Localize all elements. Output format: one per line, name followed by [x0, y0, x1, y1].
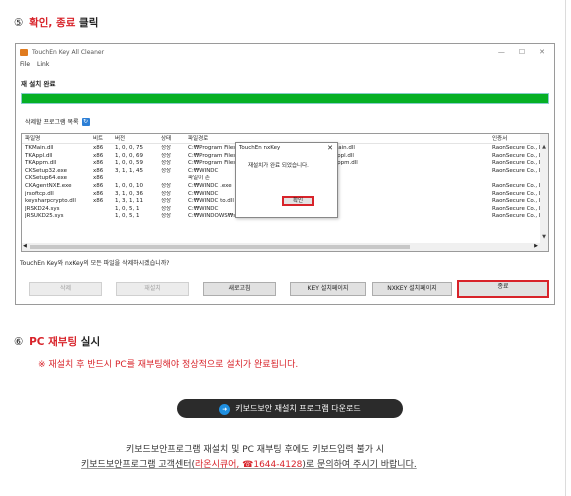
table-cell: TKAppl.dll: [25, 152, 53, 159]
table-cell: x86: [93, 145, 104, 151]
window-title: TouchEn Key All Cleaner: [32, 48, 105, 56]
table-cell: 1, 0, 0, 75: [115, 145, 143, 151]
scroll-right-icon[interactable]: ▶: [534, 243, 538, 250]
table-cell: x86: [93, 182, 104, 189]
table-cell: RaonSecure Co., Ltd: [492, 167, 540, 174]
confirm-question: TouchEn Key와 nxKey의 모든 파일을 삭제하시겠습니까?: [20, 260, 170, 267]
close-icon[interactable]: ✕: [539, 48, 545, 56]
scroll-thumb[interactable]: [30, 245, 410, 249]
horizontal-scrollbar[interactable]: ◀ ▶: [22, 243, 548, 251]
table-cell: 정상: [161, 145, 172, 151]
table-cell: TKMain.dll: [25, 145, 54, 151]
table-cell: 정상: [161, 182, 172, 189]
table-cell: 1, 3, 1, 11: [115, 198, 143, 205]
table-cell: TKAppm.dll: [25, 160, 57, 167]
table-cell: CKSetup64.exe: [25, 175, 67, 182]
page-divider: [565, 0, 566, 496]
table-cell: 정상: [161, 213, 172, 220]
help-text-line1: 키보드보안프로그램 재설치 및 PC 재부팅 후에도 키보드입력 불가 시: [126, 445, 385, 455]
col-status[interactable]: 상태: [161, 134, 181, 144]
table-cell: JRSKD24.sys: [25, 205, 60, 212]
scroll-down-icon[interactable]: ▼: [540, 234, 548, 241]
step6-title: ⑥ PC 재부팅 실시: [14, 336, 101, 348]
message-title: TouchEn nxKey ✕: [239, 143, 333, 153]
table-cell: RaonSecure Co., Ltd: [492, 190, 540, 197]
table-cell: keysharpcrypto.dll: [25, 198, 76, 205]
cleaner-window: TouchEn Key All Cleaner — ☐ ✕ File Link …: [15, 43, 555, 305]
table-cell: jrsoftcp.dll: [25, 190, 54, 197]
reboot-notice: ※ 재설치 후 반드시 PC를 재부팅해야 정상적으로 설치가 완료됩니다.: [38, 360, 299, 370]
refresh-icon[interactable]: ↻: [81, 117, 90, 126]
table-cell: CKAgentNXE.exe: [25, 182, 72, 189]
status-label: 재 설치 완료: [21, 80, 56, 88]
progress-bar: [21, 93, 549, 104]
table-cell: RaonSecure Co., Ltd: [492, 152, 540, 159]
table-cell: RaonSecure Co., Ltd: [492, 145, 540, 151]
table-cell: x86: [93, 167, 104, 174]
maximize-icon[interactable]: ☐: [519, 48, 525, 56]
message-close-icon[interactable]: ✕: [327, 143, 333, 153]
table-cell: 정상: [161, 152, 172, 159]
col-version[interactable]: 버전: [115, 134, 155, 144]
table-cell: 1, 0, 5, 1: [115, 213, 140, 220]
table-cell: CKSetup32.exe: [25, 167, 67, 174]
download-button[interactable]: ➜ 키보드보안 재설치 프로그램 다운로드: [177, 399, 403, 418]
key-install-button[interactable]: KEY 설치페이지: [290, 282, 366, 296]
window-titlebar: TouchEn Key All Cleaner — ☐ ✕: [16, 44, 554, 60]
table-cell: RaonSecure Co., Ltd: [492, 198, 540, 205]
support-contact-link[interactable]: 라온시큐어, ☎1644-4128: [195, 460, 302, 470]
table-cell: 1, 0, 5, 1: [115, 205, 140, 212]
delete-button[interactable]: 삭제: [29, 282, 102, 296]
table-cell: 정상: [161, 198, 172, 205]
app-icon: [20, 48, 28, 56]
table-cell: 1, 0, 0, 10: [115, 182, 143, 189]
ok-button[interactable]: 확인: [282, 196, 314, 206]
table-cell: 3, 1, 1, 45: [115, 167, 143, 174]
table-cell: RaonSecure Co., Ltd: [492, 182, 540, 189]
menu-file[interactable]: File: [20, 61, 30, 69]
table-cell: 정상: [161, 190, 172, 197]
col-cert[interactable]: 인증서: [492, 134, 540, 144]
nxkey-install-button[interactable]: NXKEY 설치페이지: [372, 282, 452, 296]
step5-title: ⑤ 확인, 종료 클릭: [14, 17, 99, 29]
table-cell: x86: [93, 190, 104, 197]
col-filename[interactable]: 파일명: [25, 134, 85, 144]
table-cell: 1, 0, 0, 59: [115, 160, 143, 167]
button-row: 삭제 재설치 새로고침 KEY 설치페이지 NXKEY 설치페이지 종료: [16, 280, 554, 300]
table-cell: 정상: [161, 205, 172, 212]
vertical-scrollbar[interactable]: ▲ ▼: [540, 134, 548, 251]
scroll-up-icon[interactable]: ▲: [540, 144, 548, 151]
table-cell: x86: [93, 152, 104, 159]
progress-fill: [22, 94, 548, 103]
help-text-line2: 키보드보안프로그램 고객센터(라온시큐어, ☎1644-4128)로 문의하여 …: [81, 460, 417, 470]
message-text: 재설치가 완료 되었습니다.: [248, 163, 309, 169]
table-cell: 정상: [161, 167, 172, 174]
menu-link[interactable]: Link: [37, 61, 49, 69]
table-cell: 정상: [161, 160, 172, 167]
table-cell: RaonSecure Co., Ltd: [492, 160, 540, 167]
table-cell: x86: [93, 198, 104, 205]
table-cell: RaonSecure Co., Ltd: [492, 205, 540, 212]
scroll-left-icon[interactable]: ◀: [23, 243, 27, 250]
message-box: TouchEn nxKey ✕ 재설치가 완료 되었습니다. 확인: [235, 142, 338, 218]
reinstall-button[interactable]: 재설치: [116, 282, 189, 296]
refresh-button[interactable]: 새로고침: [203, 282, 276, 296]
arrow-right-icon: ➜: [219, 404, 231, 415]
table-cell: JRSUKD25.sys: [25, 213, 64, 220]
table-cell: 1, 0, 0, 69: [115, 152, 143, 159]
list-label: 삭제할 프로그램 목록 ↻: [25, 117, 90, 126]
table-cell: 3, 1, 0, 36: [115, 190, 143, 197]
menubar: File Link: [16, 60, 554, 70]
col-bit[interactable]: 비트: [93, 134, 111, 144]
exit-button[interactable]: 종료: [457, 280, 549, 298]
table-cell: x86: [93, 175, 104, 182]
minimize-icon[interactable]: —: [498, 48, 505, 56]
table-cell: x86: [93, 160, 104, 167]
table-cell: RaonSecure Co., Ltd: [492, 213, 540, 220]
